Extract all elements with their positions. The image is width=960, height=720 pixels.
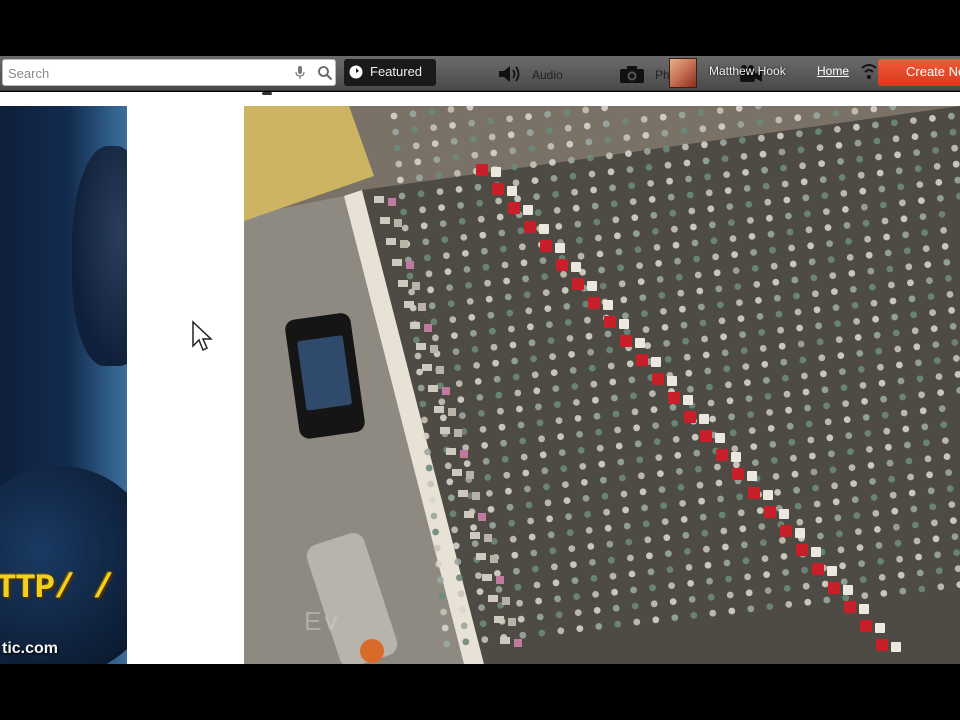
photo-label[interactable]: Ph — [655, 68, 670, 82]
home-link[interactable]: Home — [817, 64, 849, 78]
letterbox-top — [0, 0, 960, 56]
featured-label: Featured — [370, 64, 423, 79]
webcam-overlay: TTP/ / tic.com — [0, 106, 127, 664]
cursor-icon — [192, 320, 213, 352]
letterbox-bottom — [0, 664, 960, 720]
audio-label[interactable]: Audio — [532, 68, 563, 82]
drag-handle[interactable] — [262, 92, 272, 95]
presenter-head — [72, 146, 127, 366]
audio-icon[interactable] — [497, 64, 523, 84]
featured-icon — [349, 65, 363, 79]
content-top-strip — [0, 92, 960, 106]
top-toolbar: Featured Audio Ph — [0, 56, 960, 91]
create-new-button[interactable]: Create New — [878, 59, 960, 86]
mixing-console-image — [244, 106, 960, 664]
avatar[interactable] — [669, 58, 697, 88]
username[interactable]: Matthew Hook — [709, 64, 786, 78]
search-icon[interactable] — [317, 65, 333, 81]
camera-icon[interactable] — [619, 64, 645, 84]
mixing-console-photo[interactable]: Ev — [244, 106, 960, 664]
page-margin — [127, 106, 244, 664]
presenter-shoulder — [0, 466, 127, 664]
mic-icon[interactable] — [295, 66, 305, 80]
overlay-domain-text: tic.com — [2, 640, 59, 657]
search-input[interactable] — [6, 63, 290, 84]
wifi-icon — [861, 64, 877, 79]
overlay-url-text: TTP/ / — [0, 570, 113, 608]
featured-button[interactable]: Featured — [344, 59, 436, 86]
create-new-label: Create New — [906, 64, 960, 79]
photo-watermark: Ev — [304, 606, 341, 636]
search-box[interactable] — [2, 59, 336, 86]
